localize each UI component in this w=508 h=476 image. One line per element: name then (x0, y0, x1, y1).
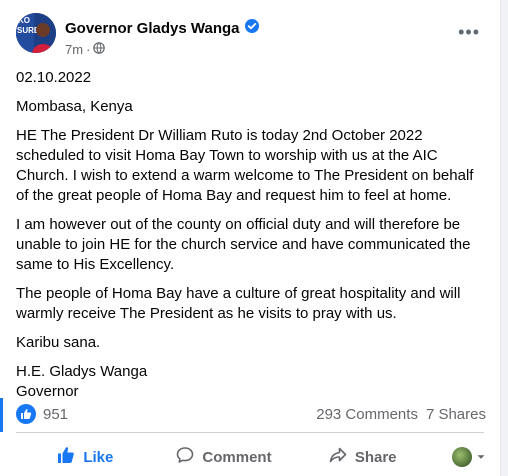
reaction-summary[interactable]: 951 (16, 404, 68, 424)
separator-dot: · (86, 42, 91, 57)
share-button-label: Share (354, 448, 397, 466)
more-options-icon[interactable]: ••• (458, 23, 480, 41)
author-name[interactable]: Governor Gladys Wanga (65, 20, 240, 37)
like-button[interactable]: Like (16, 440, 155, 474)
post-paragraph: The people of Homa Bay have a culture of… (16, 285, 461, 322)
post-paragraph: Karibu sana. (16, 334, 101, 351)
globe-icon (93, 42, 106, 57)
post-card: KO SURE! Governor Gladys Wanga 7m · ••• … (0, 0, 501, 476)
comment-count[interactable]: 293 Comments (316, 406, 418, 423)
post-location: Mombasa, Kenya (16, 98, 133, 115)
focus-indicator (0, 398, 3, 432)
signature-block: H.E. Gladys Wanga Governor (16, 362, 486, 402)
post-meta: 7m · (65, 42, 106, 57)
comment-button[interactable]: Comment (155, 440, 294, 474)
svg-text:KO: KO (18, 16, 30, 25)
comment-icon (176, 446, 194, 468)
comment-button-label: Comment (202, 448, 272, 466)
like-reaction-icon (16, 404, 36, 424)
engagement-counts: 293 Comments 7 Shares (316, 406, 486, 423)
divider (16, 432, 484, 433)
reaction-identity-selector[interactable] (432, 440, 486, 474)
user-avatar (452, 447, 473, 467)
share-count[interactable]: 7 Shares (426, 406, 486, 423)
signature-title: Governor (16, 383, 79, 400)
share-arrow-icon (329, 446, 347, 468)
post-paragraph: HE The President Dr William Ruto is toda… (16, 127, 474, 204)
like-button-label: Like (83, 448, 114, 466)
like-count: 951 (43, 405, 69, 423)
post-stats: 951 293 Comments 7 Shares (16, 404, 486, 426)
post-date: 02.10.2022 (16, 69, 92, 86)
post-timestamp[interactable]: 7m (65, 42, 83, 57)
verified-badge-icon (244, 19, 259, 37)
post-body: 02.10.2022 Mombasa, Kenya HE The Preside… (16, 68, 486, 402)
action-bar: Like Comment Share (16, 440, 486, 474)
signature-name: H.E. Gladys Wanga (16, 363, 148, 380)
post-header: KO SURE! Governor Gladys Wanga 7m · ••• (16, 13, 496, 61)
author-name-row: Governor Gladys Wanga (65, 19, 259, 37)
post-paragraph: I am however out of the county on offici… (16, 216, 471, 273)
thumbs-up-icon (57, 446, 75, 468)
chevron-down-icon (476, 449, 486, 466)
author-avatar[interactable]: KO SURE! (16, 13, 56, 53)
share-button[interactable]: Share (293, 440, 432, 474)
